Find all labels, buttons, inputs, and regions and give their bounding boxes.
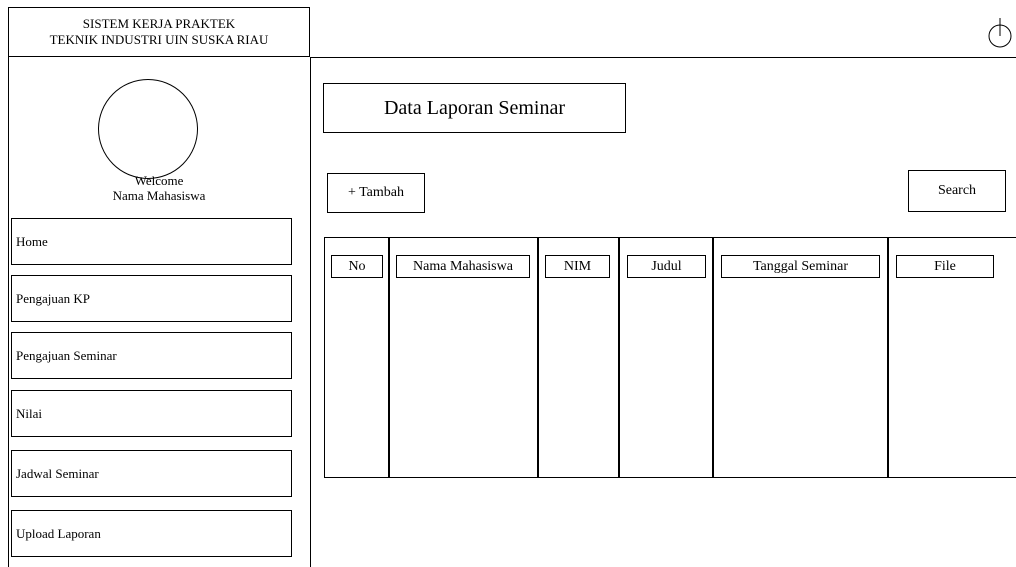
sidebar-item-pengajuan-seminar[interactable]: Pengajuan Seminar (11, 332, 292, 379)
page-title: Data Laporan Seminar (323, 83, 626, 133)
sidebar-item-pengajuan-kp[interactable]: Pengajuan KP (11, 275, 292, 322)
column-divider (887, 237, 889, 478)
topbar-divider (310, 57, 1016, 58)
sidebar-item-home[interactable]: Home (11, 218, 292, 265)
column-divider (618, 237, 620, 478)
sidebar-item-nilai[interactable]: Nilai (11, 390, 292, 437)
sidebar-item-upload-laporan[interactable]: Upload Laporan (11, 510, 292, 557)
column-header-no: No (331, 255, 383, 278)
search-button[interactable]: Search (908, 170, 1006, 212)
column-divider (537, 237, 539, 478)
sidebar-item-label: Pengajuan Seminar (16, 347, 117, 363)
column-header-nama-mahasiswa: Nama Mahasiswa (396, 255, 530, 278)
sidebar-item-jadwal-seminar[interactable]: Jadwal Seminar (11, 450, 292, 497)
sidebar-item-label: Home (16, 233, 48, 249)
sidebar-item-label: Jadwal Seminar (16, 465, 99, 481)
column-header-tanggal-seminar: Tanggal Seminar (721, 255, 880, 278)
power-icon[interactable] (986, 18, 1014, 48)
sidebar-item-label: Pengajuan KP (16, 290, 91, 306)
welcome-label: Welcome (134, 173, 184, 188)
sidebar-item-label: Upload Laporan (16, 525, 101, 541)
column-divider (388, 237, 390, 478)
sidebar-item-label: Nilai (16, 405, 42, 421)
column-header-nim: NIM (545, 255, 610, 278)
column-header-file: File (896, 255, 994, 278)
app-brand: SISTEM KERJA PRAKTEK TEKNIK INDUSTRI UIN… (8, 7, 310, 57)
brand-line-2: TEKNIK INDUSTRI UIN SUSKA RIAU (49, 32, 269, 47)
add-button[interactable]: + Tambah (327, 173, 425, 213)
user-name: Nama Mahasiswa (112, 188, 206, 203)
avatar (98, 79, 198, 179)
welcome-text: Welcome Nama Mahasiswa (8, 173, 310, 203)
column-divider (712, 237, 714, 478)
column-header-judul: Judul (627, 255, 706, 278)
brand-line-1: SISTEM KERJA PRAKTEK (82, 16, 236, 31)
